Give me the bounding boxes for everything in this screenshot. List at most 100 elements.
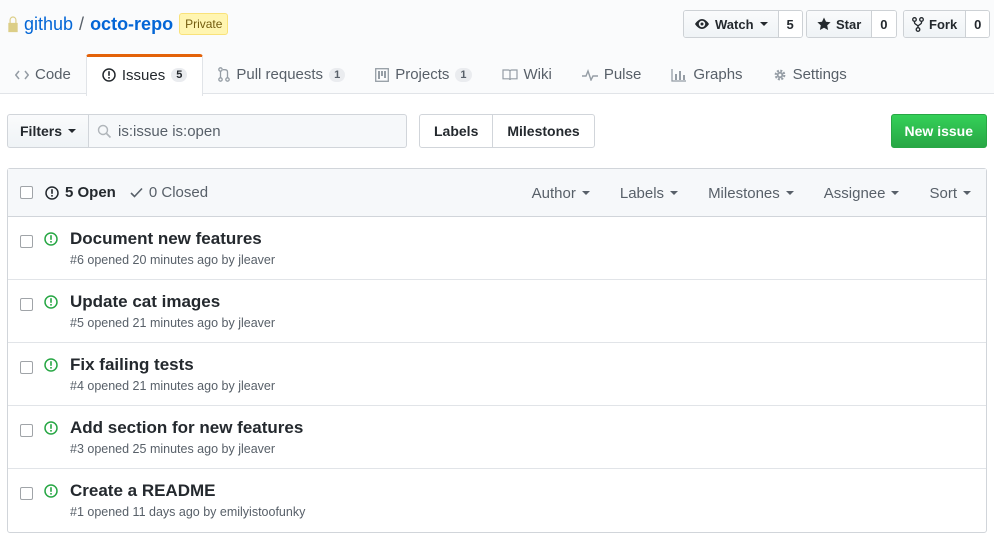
- watch-count[interactable]: 5: [778, 11, 802, 37]
- open-issue-icon: [44, 484, 58, 498]
- issue-row[interactable]: Fix failing tests #4 opened 21 minutes a…: [8, 343, 986, 406]
- labels-milestones-group: Labels Milestones: [419, 114, 595, 148]
- issues-subnav: Filters Labels Milestones New issue: [7, 114, 987, 148]
- open-issue-icon: [44, 421, 58, 435]
- search-input[interactable]: [118, 122, 379, 140]
- author-menu-label: Author: [531, 184, 576, 202]
- repo-owner-link[interactable]: github: [24, 14, 73, 35]
- issue-title-link[interactable]: Add section for new features: [70, 418, 303, 438]
- new-issue-button[interactable]: New issue: [890, 114, 987, 148]
- open-count-label: 5 Open: [65, 184, 116, 201]
- code-icon: [15, 70, 29, 79]
- projects-counter: 1: [455, 67, 472, 82]
- filters-button[interactable]: Filters: [7, 114, 90, 148]
- labels-button[interactable]: Labels: [420, 115, 492, 147]
- chevron-down-icon: [68, 129, 77, 133]
- issue-author-link[interactable]: jleaver: [238, 379, 275, 393]
- pulse-icon: [581, 68, 598, 81]
- issue-author-link[interactable]: emilyistoofunky: [220, 505, 305, 519]
- issue-title-link[interactable]: Document new features: [70, 229, 262, 249]
- issue-checkbox[interactable]: [20, 361, 33, 374]
- star-button[interactable]: Star: [807, 11, 873, 37]
- fork-icon: [912, 16, 924, 32]
- project-icon: [375, 67, 390, 82]
- tab-settings[interactable]: Settings: [758, 54, 862, 95]
- repo-name-link[interactable]: octo-repo: [90, 14, 173, 35]
- chevron-down-icon: [759, 22, 768, 26]
- chevron-down-icon: [785, 191, 794, 195]
- open-issue-icon: [44, 358, 58, 372]
- issue-title-link[interactable]: Fix failing tests: [70, 355, 194, 375]
- tab-code[interactable]: Code: [0, 54, 86, 95]
- labels-menu-label: Labels: [619, 184, 665, 202]
- repo-tabs: Code Issues 5 Pull requests 1 Projects 1…: [0, 54, 862, 96]
- issue-author-link[interactable]: jleaver: [238, 442, 275, 456]
- issue-row[interactable]: Update cat images #5 opened 21 minutes a…: [8, 280, 986, 343]
- issue-checkbox[interactable]: [20, 424, 33, 437]
- issue-author-link[interactable]: jleaver: [238, 316, 275, 330]
- assignee-menu-label: Assignee: [823, 184, 886, 202]
- tab-code-label: Code: [35, 66, 71, 83]
- issues-list-header: 5 Open 0 Closed Author Labels Milestones…: [8, 169, 986, 217]
- tab-pulse[interactable]: Pulse: [567, 54, 657, 95]
- tab-graphs[interactable]: Graphs: [656, 54, 757, 95]
- labels-menu[interactable]: Labels: [619, 184, 679, 202]
- milestones-menu[interactable]: Milestones: [708, 185, 794, 202]
- issue-icon: [45, 185, 59, 200]
- search-icon: [97, 124, 112, 138]
- issue-meta: #5 opened 21 minutes ago by jleaver: [70, 316, 275, 330]
- tab-issues-label: Issues: [121, 66, 166, 84]
- watch-button[interactable]: Watch: [684, 11, 779, 37]
- open-issue-icon: [44, 232, 58, 246]
- star-count[interactable]: 0: [872, 11, 896, 37]
- issue-meta: #4 opened 21 minutes ago by jleaver: [70, 379, 275, 393]
- issue-author-link[interactable]: jleaver: [238, 253, 275, 267]
- issue-row[interactable]: Add section for new features #3 opened 2…: [8, 406, 986, 469]
- issue-title-link[interactable]: Create a README: [70, 481, 216, 501]
- pull-request-icon: [218, 67, 231, 82]
- tab-pull-requests[interactable]: Pull requests 1: [203, 54, 360, 95]
- star-group: Star 0: [806, 10, 897, 38]
- filters-label: Filters: [20, 123, 63, 139]
- filter-menus: Author Labels Milestones Assignee Sort: [502, 169, 971, 217]
- tab-issues[interactable]: Issues 5: [85, 54, 204, 96]
- issue-meta-text: #6 opened 20 minutes ago by: [70, 253, 239, 267]
- check-icon: [130, 187, 143, 198]
- issue-checkbox[interactable]: [20, 487, 33, 500]
- book-icon: [501, 68, 518, 80]
- tab-pulse-label: Pulse: [603, 66, 642, 83]
- closed-count-label: 0 Closed: [148, 184, 209, 201]
- tab-projects[interactable]: Projects 1: [360, 54, 486, 95]
- fork-group: Fork 0: [903, 10, 991, 38]
- issue-title-link[interactable]: Update cat images: [70, 292, 220, 312]
- star-label: Star: [836, 16, 862, 32]
- fork-count[interactable]: 0: [966, 11, 990, 37]
- fork-button[interactable]: Fork: [904, 11, 967, 37]
- eye-icon: [695, 19, 709, 29]
- select-all-checkbox[interactable]: [20, 186, 33, 199]
- tab-wiki[interactable]: Wiki: [487, 54, 567, 95]
- author-menu[interactable]: Author: [532, 185, 590, 202]
- pull-requests-counter: 1: [329, 67, 346, 82]
- chevron-down-icon: [581, 191, 590, 195]
- tab-wiki-label: Wiki: [523, 66, 552, 83]
- assignee-menu[interactable]: Assignee: [824, 185, 900, 202]
- milestones-button[interactable]: Milestones: [492, 115, 593, 147]
- repo-title: github / octo-repo Private: [6, 11, 229, 37]
- issues-list: 5 Open 0 Closed Author Labels Milestones…: [7, 168, 987, 533]
- sort-menu[interactable]: Sort: [929, 185, 971, 202]
- issue-meta: #6 opened 20 minutes ago by jleaver: [70, 253, 275, 267]
- chevron-down-icon: [891, 191, 900, 195]
- issue-checkbox[interactable]: [20, 235, 33, 248]
- star-icon: [817, 17, 831, 30]
- issue-meta-text: #3 opened 25 minutes ago by: [70, 442, 239, 456]
- issue-checkbox[interactable]: [20, 298, 33, 311]
- issue-row[interactable]: Create a README #1 opened 11 days ago by…: [8, 469, 986, 532]
- issue-meta-text: #5 opened 21 minutes ago by: [70, 316, 239, 330]
- tab-projects-label: Projects: [395, 66, 450, 83]
- issues-counter: 5: [171, 68, 188, 82]
- lock-icon: [8, 16, 18, 33]
- open-issues-toggle[interactable]: 5 Open: [45, 184, 116, 201]
- issue-row[interactable]: Document new features #6 opened 20 minut…: [8, 217, 986, 280]
- closed-issues-toggle[interactable]: 0 Closed: [130, 184, 208, 201]
